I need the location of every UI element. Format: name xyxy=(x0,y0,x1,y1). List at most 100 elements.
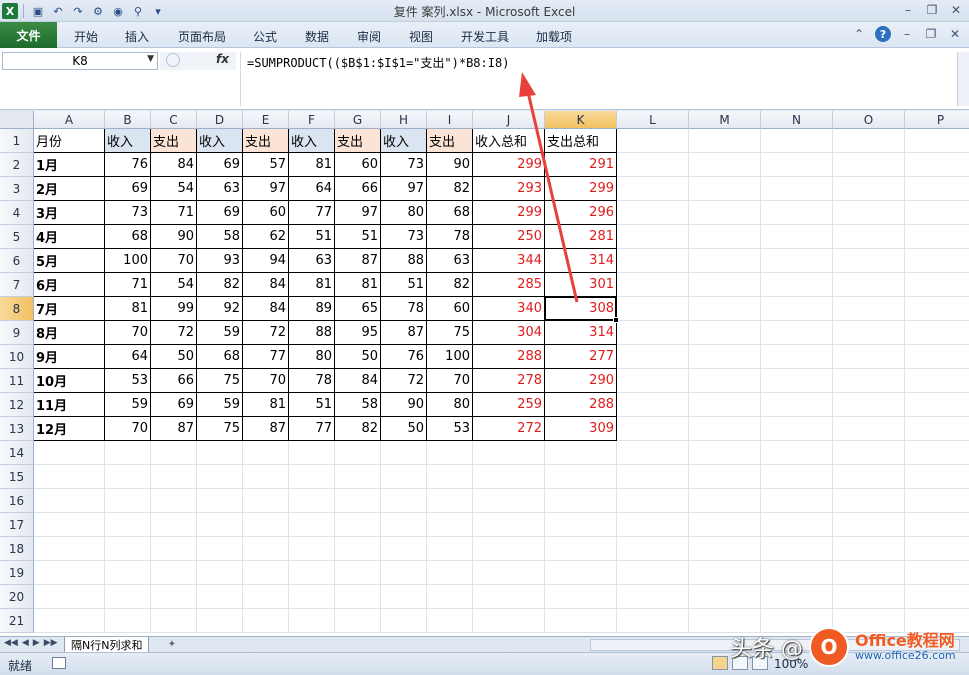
empty-cell[interactable] xyxy=(473,489,545,513)
value-cell[interactable]: 82 xyxy=(335,417,381,441)
header-cell[interactable]: 收入 xyxy=(289,129,335,153)
empty-cell[interactable] xyxy=(905,441,969,465)
empty-cell[interactable] xyxy=(335,561,381,585)
value-cell[interactable]: 94 xyxy=(243,249,289,273)
new-sheet-icon[interactable]: ✦ xyxy=(164,638,180,651)
empty-cell[interactable] xyxy=(243,441,289,465)
empty-cell[interactable] xyxy=(34,441,105,465)
value-cell[interactable]: 80 xyxy=(427,393,473,417)
month-cell[interactable]: 4月 xyxy=(34,225,105,249)
value-cell[interactable]: 77 xyxy=(243,345,289,369)
row-header-8[interactable]: 8 xyxy=(0,297,34,321)
empty-cell[interactable] xyxy=(905,273,969,297)
empty-cell[interactable] xyxy=(833,201,905,225)
value-cell[interactable]: 63 xyxy=(197,177,243,201)
value-cell[interactable]: 70 xyxy=(243,369,289,393)
empty-cell[interactable] xyxy=(905,201,969,225)
value-cell[interactable]: 72 xyxy=(151,321,197,345)
empty-cell[interactable] xyxy=(381,489,427,513)
value-cell[interactable]: 54 xyxy=(151,177,197,201)
value-cell[interactable]: 89 xyxy=(289,297,335,321)
row-header-19[interactable]: 19 xyxy=(0,561,34,585)
empty-cell[interactable] xyxy=(545,585,617,609)
empty-cell[interactable] xyxy=(545,489,617,513)
value-cell[interactable]: 309 xyxy=(545,417,617,441)
value-cell[interactable]: 64 xyxy=(289,177,335,201)
next-sheet-icon[interactable]: ▶ xyxy=(33,638,40,648)
prev-sheet-icon[interactable]: ◀ xyxy=(22,638,29,648)
empty-cell[interactable] xyxy=(905,465,969,489)
empty-cell[interactable] xyxy=(427,513,473,537)
empty-cell[interactable] xyxy=(335,609,381,633)
value-cell[interactable]: 59 xyxy=(197,321,243,345)
insert-function-button[interactable]: fx xyxy=(216,52,229,66)
empty-cell[interactable] xyxy=(761,225,833,249)
value-cell[interactable]: 64 xyxy=(105,345,151,369)
value-cell[interactable]: 88 xyxy=(289,321,335,345)
row-header-10[interactable]: 10 xyxy=(0,345,34,369)
value-cell[interactable]: 90 xyxy=(151,225,197,249)
empty-cell[interactable] xyxy=(689,345,761,369)
empty-cell[interactable] xyxy=(761,537,833,561)
empty-cell[interactable] xyxy=(689,417,761,441)
empty-cell[interactable] xyxy=(617,417,689,441)
expand-circle-icon[interactable] xyxy=(166,53,180,67)
value-cell[interactable]: 87 xyxy=(381,321,427,345)
month-cell[interactable]: 11月 xyxy=(34,393,105,417)
empty-cell[interactable] xyxy=(105,561,151,585)
column-header-h[interactable]: H xyxy=(381,111,427,129)
empty-cell[interactable] xyxy=(905,369,969,393)
value-cell[interactable]: 60 xyxy=(243,201,289,225)
empty-cell[interactable] xyxy=(335,465,381,489)
value-cell[interactable]: 77 xyxy=(289,201,335,225)
empty-cell[interactable] xyxy=(761,585,833,609)
value-cell[interactable]: 65 xyxy=(335,297,381,321)
empty-cell[interactable] xyxy=(289,489,335,513)
empty-cell[interactable] xyxy=(243,561,289,585)
row-header-17[interactable]: 17 xyxy=(0,513,34,537)
value-cell[interactable]: 80 xyxy=(289,345,335,369)
value-cell[interactable]: 68 xyxy=(427,201,473,225)
fill-handle[interactable] xyxy=(613,317,619,323)
empty-cell[interactable] xyxy=(335,489,381,513)
value-cell[interactable]: 97 xyxy=(335,201,381,225)
empty-cell[interactable] xyxy=(197,585,243,609)
empty-cell[interactable] xyxy=(833,225,905,249)
value-cell[interactable]: 62 xyxy=(243,225,289,249)
empty-cell[interactable] xyxy=(617,273,689,297)
empty-cell[interactable] xyxy=(381,465,427,489)
empty-cell[interactable] xyxy=(617,369,689,393)
tab-file[interactable]: 文件 xyxy=(0,22,57,48)
empty-cell[interactable] xyxy=(761,393,833,417)
tab-insert[interactable]: 插入 xyxy=(117,26,157,46)
empty-cell[interactable] xyxy=(689,513,761,537)
empty-cell[interactable] xyxy=(833,489,905,513)
empty-cell[interactable] xyxy=(243,609,289,633)
column-header-k[interactable]: K xyxy=(545,111,617,129)
value-cell[interactable]: 97 xyxy=(381,177,427,201)
value-cell[interactable]: 78 xyxy=(289,369,335,393)
value-cell[interactable]: 76 xyxy=(381,345,427,369)
empty-cell[interactable] xyxy=(689,489,761,513)
empty-cell[interactable] xyxy=(689,561,761,585)
empty-cell[interactable] xyxy=(761,345,833,369)
empty-cell[interactable] xyxy=(381,585,427,609)
value-cell[interactable]: 299 xyxy=(473,153,545,177)
empty-cell[interactable] xyxy=(689,441,761,465)
value-cell[interactable]: 100 xyxy=(427,345,473,369)
value-cell[interactable]: 92 xyxy=(197,297,243,321)
value-cell[interactable]: 290 xyxy=(545,369,617,393)
value-cell[interactable]: 93 xyxy=(197,249,243,273)
empty-cell[interactable] xyxy=(105,465,151,489)
tab-home[interactable]: 开始 xyxy=(66,26,106,46)
value-cell[interactable]: 81 xyxy=(289,153,335,177)
column-header-p[interactable]: P xyxy=(905,111,969,129)
empty-cell[interactable] xyxy=(617,153,689,177)
value-cell[interactable]: 84 xyxy=(151,153,197,177)
value-cell[interactable]: 59 xyxy=(105,393,151,417)
empty-cell[interactable] xyxy=(617,345,689,369)
formula-scrollbar[interactable] xyxy=(957,52,969,106)
empty-cell[interactable] xyxy=(243,537,289,561)
value-cell[interactable]: 75 xyxy=(427,321,473,345)
value-cell[interactable]: 87 xyxy=(335,249,381,273)
